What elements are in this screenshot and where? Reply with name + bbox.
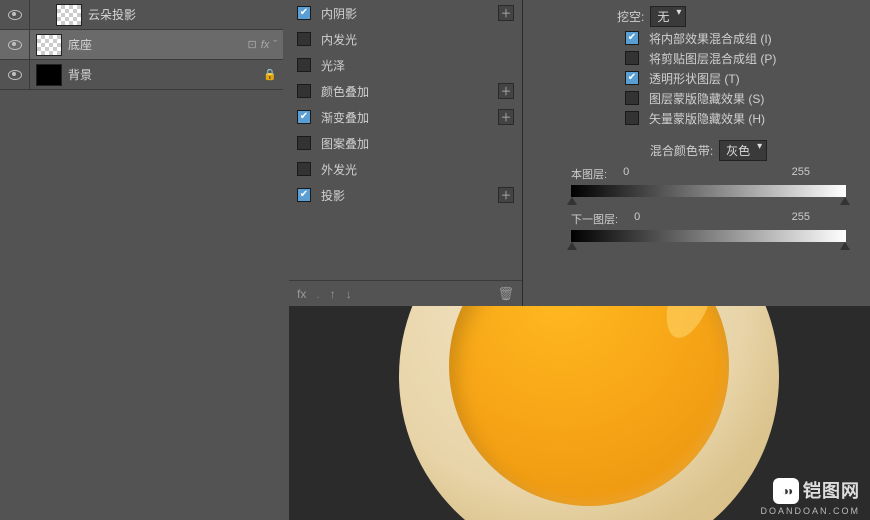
option-checkbox[interactable]	[625, 91, 639, 105]
option-checkbox[interactable]	[625, 71, 639, 85]
option-checkbox[interactable]	[625, 111, 639, 125]
underlying-layer-label: 下一图层:	[571, 211, 618, 227]
layer-row[interactable]: 背景🔒	[0, 60, 283, 90]
plate-inner	[449, 306, 729, 506]
effect-row[interactable]: 外发光	[289, 156, 522, 182]
effect-label: 内发光	[321, 31, 514, 48]
slider-handle-black[interactable]	[567, 242, 577, 250]
this-layer-label: 本图层:	[571, 166, 607, 182]
slider-handle-black[interactable]	[567, 197, 577, 205]
watermark-logo-icon	[773, 478, 799, 504]
effect-row[interactable]: 图案叠加	[289, 130, 522, 156]
this-layer-slider: 本图层: 0 255	[547, 162, 870, 207]
blend-if-label: 混合颜色带:	[650, 142, 713, 159]
knockout-select[interactable]: 无	[650, 6, 686, 27]
effects-panel: 内阴影＋内发光光泽颜色叠加＋渐变叠加＋图案叠加外发光投影＋ fx . ↑ ↓ 🗑	[289, 0, 523, 306]
option-label: 图层蒙版隐藏效果 (S)	[649, 90, 764, 107]
eye-icon	[8, 70, 22, 80]
effect-label: 外发光	[321, 161, 514, 178]
effect-checkbox[interactable]	[297, 6, 311, 20]
knockout-label: 挖空:	[617, 8, 644, 25]
this-layer-track[interactable]	[571, 185, 846, 197]
effect-checkbox[interactable]	[297, 110, 311, 124]
layer-name[interactable]: 底座	[68, 36, 248, 53]
collapse-icon[interactable]: ˇ	[273, 39, 277, 51]
layers-panel: 云朵投影底座⊡ fxˇ 背景🔒	[0, 0, 283, 520]
layer-name[interactable]: 背景	[68, 66, 263, 83]
effect-checkbox[interactable]	[297, 188, 311, 202]
effect-label: 渐变叠加	[321, 109, 498, 126]
move-down-button[interactable]: ↓	[346, 287, 352, 301]
layer-thumbnail[interactable]	[56, 4, 82, 26]
move-up-button[interactable]: ↑	[330, 287, 336, 301]
effect-checkbox[interactable]	[297, 84, 311, 98]
eye-icon	[8, 10, 22, 20]
effect-row[interactable]: 渐变叠加＋	[289, 104, 522, 130]
effect-label: 投影	[321, 187, 498, 204]
fx-badge[interactable]: fx	[261, 39, 270, 51]
option-label: 透明形状图层 (T)	[649, 70, 740, 87]
add-effect-instance-button[interactable]: ＋	[498, 5, 514, 21]
effect-label: 颜色叠加	[321, 83, 498, 100]
layer-name[interactable]: 云朵投影	[88, 6, 277, 23]
add-effect-instance-button[interactable]: ＋	[498, 83, 514, 99]
fx-menu-button[interactable]: fx	[297, 287, 306, 301]
layer-thumbnail[interactable]	[36, 34, 62, 56]
underlying-white-value: 255	[792, 211, 810, 227]
eye-icon	[8, 40, 22, 50]
effect-row[interactable]: 内发光	[289, 26, 522, 52]
option-label: 矢量蒙版隐藏效果 (H)	[649, 110, 765, 127]
option-checkbox[interactable]	[625, 31, 639, 45]
slider-handle-white[interactable]	[840, 197, 850, 205]
effect-row[interactable]: 内阴影＋	[289, 0, 522, 26]
effect-checkbox[interactable]	[297, 58, 311, 72]
advanced-blend-option[interactable]: 将剪贴图层混合成组 (P)	[617, 48, 870, 68]
plate-shape	[399, 306, 779, 520]
link-icon: ⊡	[248, 38, 257, 51]
effect-label: 图案叠加	[321, 135, 514, 152]
advanced-blend-option[interactable]: 矢量蒙版隐藏效果 (H)	[617, 108, 870, 128]
blend-if-select[interactable]: 灰色	[719, 140, 767, 161]
visibility-toggle[interactable]	[0, 60, 30, 90]
effect-row[interactable]: 投影＋	[289, 182, 522, 208]
watermark: 铠图网 DOANDOAN.COM	[760, 477, 860, 516]
effect-label: 内阴影	[321, 5, 498, 22]
visibility-toggle[interactable]	[0, 0, 30, 30]
layer-thumbnail[interactable]	[36, 64, 62, 86]
layer-row[interactable]: 底座⊡ fxˇ	[0, 30, 283, 60]
visibility-toggle[interactable]	[0, 30, 30, 60]
advanced-blend-option[interactable]: 透明形状图层 (T)	[617, 68, 870, 88]
blending-options-panel: 挖空: 无 将内部效果混合成组 (I) 将剪贴图层混合成组 (P) 透明形状图层 (…	[547, 0, 870, 306]
add-effect-instance-button[interactable]: ＋	[498, 187, 514, 203]
effect-label: 光泽	[321, 57, 514, 74]
underlying-black-value: 0	[618, 211, 792, 227]
option-label: 将内部效果混合成组 (I)	[649, 30, 772, 47]
option-label: 将剪贴图层混合成组 (P)	[649, 50, 776, 67]
underlying-layer-slider: 下一图层: 0 255	[547, 207, 870, 252]
canvas-preview: 铠图网 DOANDOAN.COM	[289, 306, 870, 520]
effect-checkbox[interactable]	[297, 136, 311, 150]
effect-checkbox[interactable]	[297, 32, 311, 46]
effect-checkbox[interactable]	[297, 162, 311, 176]
advanced-blend-option[interactable]: 将内部效果混合成组 (I)	[617, 28, 870, 48]
effects-footer: fx . ↑ ↓ 🗑	[289, 280, 522, 306]
this-layer-white-value: 255	[792, 166, 810, 182]
lock-icon: 🔒	[263, 68, 277, 81]
trash-icon[interactable]: 🗑	[497, 286, 514, 302]
advanced-blend-option[interactable]: 图层蒙版隐藏效果 (S)	[617, 88, 870, 108]
add-effect-instance-button[interactable]: ＋	[498, 109, 514, 125]
effect-row[interactable]: 光泽	[289, 52, 522, 78]
this-layer-black-value: 0	[607, 166, 792, 182]
layer-row[interactable]: 云朵投影	[0, 0, 283, 30]
effect-row[interactable]: 颜色叠加＋	[289, 78, 522, 104]
slider-handle-white[interactable]	[840, 242, 850, 250]
underlying-track[interactable]	[571, 230, 846, 242]
option-checkbox[interactable]	[625, 51, 639, 65]
